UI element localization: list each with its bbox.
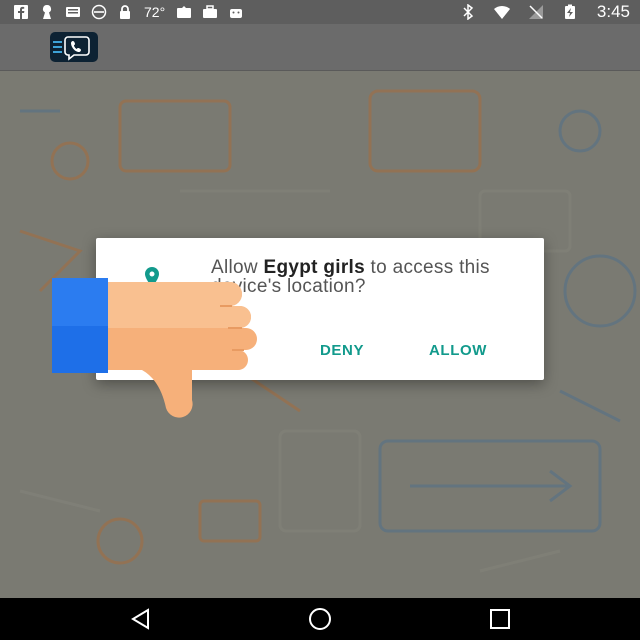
android-icon	[223, 3, 249, 21]
bluetooth-icon	[455, 3, 481, 21]
recents-square-icon	[490, 609, 510, 629]
navigation-bar	[0, 598, 640, 640]
briefcase-icon	[197, 3, 223, 21]
home-circle-icon	[309, 608, 331, 630]
alert-circle-icon	[86, 3, 112, 21]
recents-button[interactable]	[487, 607, 513, 631]
keyhole-icon	[34, 3, 60, 21]
home-button[interactable]	[307, 607, 333, 631]
battery-charging-icon	[557, 3, 583, 21]
phone-chat-logo-icon[interactable]	[50, 32, 98, 62]
facebook-icon	[8, 3, 34, 21]
no-signal-icon	[523, 3, 549, 21]
news-icon	[60, 3, 86, 21]
status-left-icons: 72°	[0, 3, 249, 21]
clock-text: 3:45	[596, 2, 630, 21]
thumbs-down-icon	[52, 278, 257, 418]
back-button[interactable]	[128, 607, 154, 631]
deny-button[interactable]: DENY	[320, 342, 364, 359]
status-bar: 72° 3:45	[0, 0, 640, 24]
back-triangle-icon	[131, 608, 149, 630]
location-app-icon	[171, 3, 197, 21]
app-bar	[0, 24, 640, 71]
lock-icon	[112, 3, 138, 21]
status-right-icons: 3:45	[455, 0, 630, 24]
wifi-icon	[489, 3, 515, 21]
temperature-text: 72°	[144, 4, 166, 20]
allow-button[interactable]: ALLOW	[429, 342, 487, 359]
dialog-app-name: Egypt girls	[263, 257, 365, 278]
